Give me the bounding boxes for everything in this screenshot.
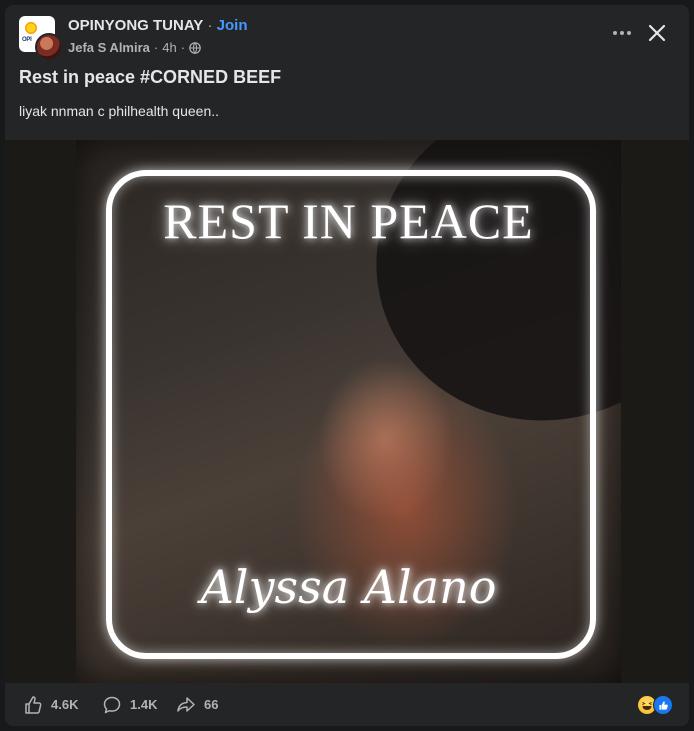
share-arrow-icon [177,696,195,712]
memorial-photo[interactable]: REST IN PEACE Alyssa Alano [76,140,621,683]
meta-separator-2: · [180,40,186,55]
thumbs-up-icon [25,695,42,714]
join-button[interactable]: Join [217,17,248,34]
more-options-button[interactable] [605,21,639,45]
like-button[interactable]: 4.6K [23,683,78,726]
like-count: 4.6K [51,697,79,712]
more-options-dot [620,31,624,35]
comment-bubble-icon [103,696,121,713]
more-options-dot [627,31,631,35]
group-name-line: OPINYONG TUNAY · Join [68,17,248,34]
comment-button[interactable]: 1.4K [102,683,157,726]
post-actions: 4.6K 1.4K 66 [5,683,689,726]
comment-count: 1.4K [130,697,158,712]
post-body: liyak nnman c philhealth queen.. [19,103,220,119]
post-meta: Jefa S Almira · 4h · [68,40,201,55]
avatar-stack[interactable]: OPI [19,16,63,61]
more-options-icon [613,31,617,35]
share-count: 66 [204,697,219,712]
post-card: OPI OPINYONG TUNAY · Join Jefa S Almira … [5,5,689,726]
reaction-summary[interactable] [637,695,677,715]
author-name[interactable]: Jefa S Almira [68,40,150,55]
post-media: REST IN PEACE Alyssa Alano [5,140,689,683]
image-headline: REST IN PEACE [163,193,534,249]
close-icon[interactable] [645,21,669,45]
post-time[interactable]: 4h [162,40,176,55]
group-name[interactable]: OPINYONG TUNAY [68,17,203,34]
author-avatar[interactable] [35,33,63,61]
group-logo-mark: OPI [22,37,32,43]
separator: · [203,17,217,34]
post-header: OPI OPINYONG TUNAY · Join Jefa S Almira … [5,5,689,65]
like-reaction-icon [653,695,673,715]
share-button[interactable]: 66 [176,683,218,726]
meta-separator: · [153,40,159,55]
globe-icon [189,41,201,54]
image-name-script: Alyssa Alano [200,560,497,614]
sun-logo-icon [24,21,38,35]
post-title: Rest in peace #CORNED BEEF [19,67,282,87]
